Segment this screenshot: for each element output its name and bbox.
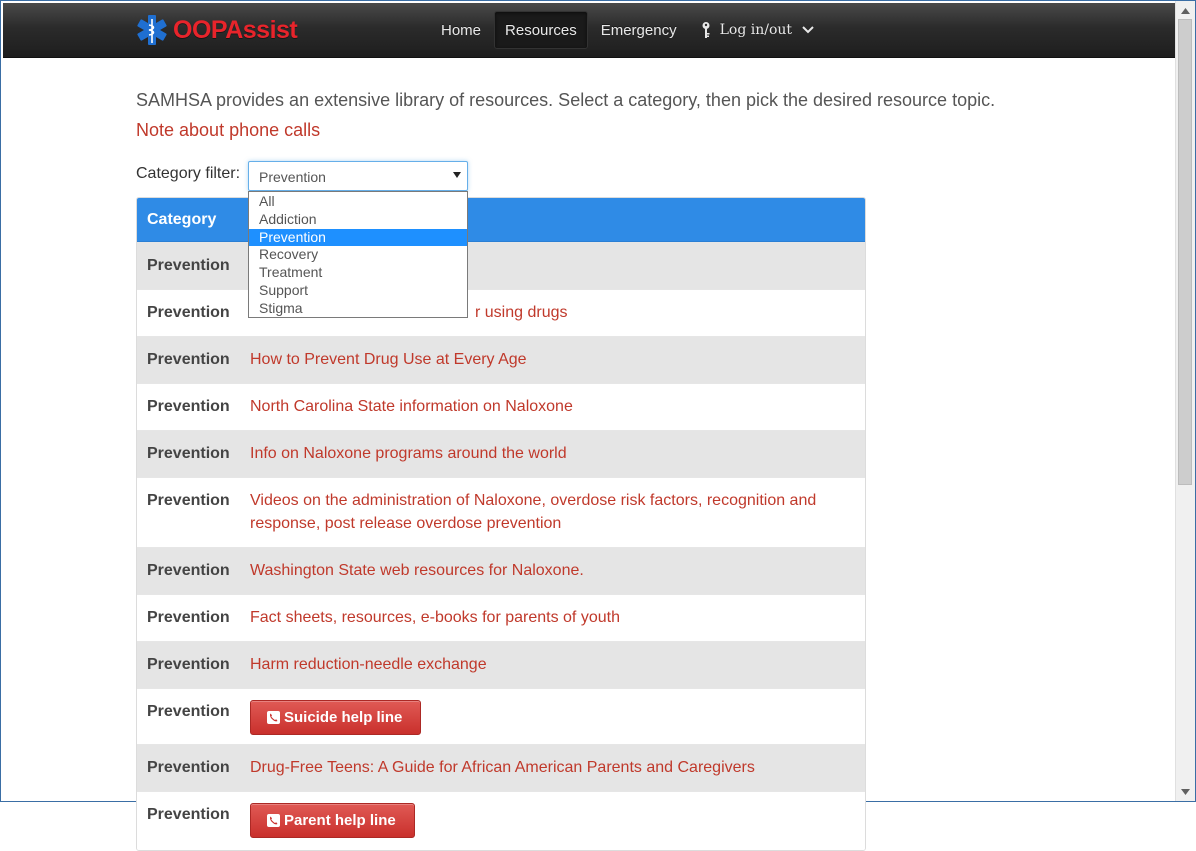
phone-icon <box>267 711 280 724</box>
scroll-thumb[interactable] <box>1178 19 1192 485</box>
help-line-cell: Suicide help line <box>250 700 830 735</box>
option-prevention[interactable]: Prevention <box>249 228 467 247</box>
main-nav: Home Resources Emergency Log in/out <box>431 3 827 57</box>
option-stigma[interactable]: Stigma <box>249 300 467 318</box>
category-cell: Prevention <box>147 656 230 673</box>
table-row: Prevention Drug-Free Teens: A Guide for … <box>137 744 865 791</box>
category-cell: Prevention <box>147 759 230 776</box>
table-body: Prevention Prevention r using drugs Prev… <box>137 242 865 850</box>
parent-help-line-label: Parent help line <box>284 812 396 829</box>
nav-emergency[interactable]: Emergency <box>591 11 687 49</box>
help-line-cell: Parent help line <box>250 803 830 838</box>
brand[interactable]: OOPAssist <box>137 13 298 47</box>
suicide-help-line-button[interactable]: Suicide help line <box>250 700 422 735</box>
top-navbar: OOPAssist Home Resources Emergency Log i… <box>3 3 1176 58</box>
chevron-down-icon <box>802 26 814 34</box>
option-treatment[interactable]: Treatment <box>249 264 467 282</box>
phone-calls-note-link[interactable]: Note about phone calls <box>136 120 320 140</box>
selected-category: Prevention <box>259 169 326 185</box>
category-cell: Prevention <box>147 492 230 509</box>
category-cell: Prevention <box>147 304 230 321</box>
scroll-up-arrow-icon[interactable] <box>1176 2 1195 19</box>
intro-text: SAMHSA provides an extensive library of … <box>136 90 996 110</box>
option-recovery[interactable]: Recovery <box>249 246 467 264</box>
table-row: Prevention North Carolina State informat… <box>137 383 865 430</box>
star-of-life-icon <box>137 15 167 45</box>
category-cell: Prevention <box>147 562 230 579</box>
option-support[interactable]: Support <box>249 282 467 300</box>
table-row: Prevention Suicide help line <box>137 688 865 744</box>
table-row: Prevention Videos on the administration … <box>137 477 865 547</box>
option-addiction[interactable]: Addiction <box>249 211 467 229</box>
parent-help-line-button[interactable]: Parent help line <box>250 803 415 838</box>
nav-login-dropdown[interactable]: Log in/out <box>690 11 824 49</box>
key-icon <box>702 22 710 38</box>
resource-link[interactable]: North Carolina State information on Nalo… <box>250 395 830 418</box>
resource-link[interactable]: How to Prevent Drug Use at Every Age <box>250 348 830 371</box>
category-cell: Prevention <box>147 257 230 274</box>
resource-link[interactable]: Washington State web resources for Nalox… <box>250 559 830 582</box>
login-label: Log in/out <box>719 22 793 38</box>
scroll-down-arrow-icon[interactable] <box>1176 783 1195 800</box>
table-row: Prevention r using drugs <box>137 289 865 336</box>
table-row: Prevention Info on Naloxone programs aro… <box>137 430 865 477</box>
category-cell: Prevention <box>147 609 230 626</box>
category-filter-select[interactable]: Prevention <box>248 161 468 191</box>
resources-table: Category Prevention Prevention r using d… <box>136 197 866 851</box>
dropdown-arrow-icon <box>453 172 461 178</box>
nav-home[interactable]: Home <box>431 11 491 49</box>
table-row: Prevention Washington State web resource… <box>137 547 865 594</box>
resource-link[interactable]: Fact sheets, resources, e-books for pare… <box>250 606 830 629</box>
page-scrollbar[interactable] <box>1175 1 1195 801</box>
category-cell: Prevention <box>147 398 230 415</box>
resource-link[interactable]: Info on Naloxone programs around the wor… <box>250 442 830 465</box>
table-header-category[interactable]: Category <box>137 198 865 242</box>
table-row: Prevention Fact sheets, resources, e-boo… <box>137 594 865 641</box>
resource-link[interactable]: Drug-Free Teens: A Guide for African Ame… <box>250 756 830 779</box>
phone-icon <box>267 814 280 827</box>
resource-link[interactable]: Harm reduction-needle exchange <box>250 653 830 676</box>
suicide-help-line-label: Suicide help line <box>284 709 403 726</box>
brand-name: OOPAssist <box>173 15 298 44</box>
table-row: Prevention <box>137 242 865 289</box>
category-cell: Prevention <box>147 445 230 462</box>
nav-resources[interactable]: Resources <box>494 11 588 49</box>
category-filter-label: Category filter: <box>136 165 241 182</box>
table-row: Prevention How to Prevent Drug Use at Ev… <box>137 336 865 383</box>
intro-paragraph: SAMHSA provides an extensive library of … <box>136 85 1036 145</box>
category-cell: Prevention <box>147 351 230 368</box>
table-row: Prevention Parent help line <box>137 791 865 850</box>
table-row: Prevention Harm reduction-needle exchang… <box>137 641 865 688</box>
resource-link[interactable]: Videos on the administration of Naloxone… <box>250 489 830 535</box>
category-cell: Prevention <box>147 806 230 823</box>
option-all[interactable]: All <box>249 193 467 211</box>
category-cell: Prevention <box>147 703 230 720</box>
category-dropdown-list: All Addiction Prevention Recovery Treatm… <box>248 191 468 318</box>
